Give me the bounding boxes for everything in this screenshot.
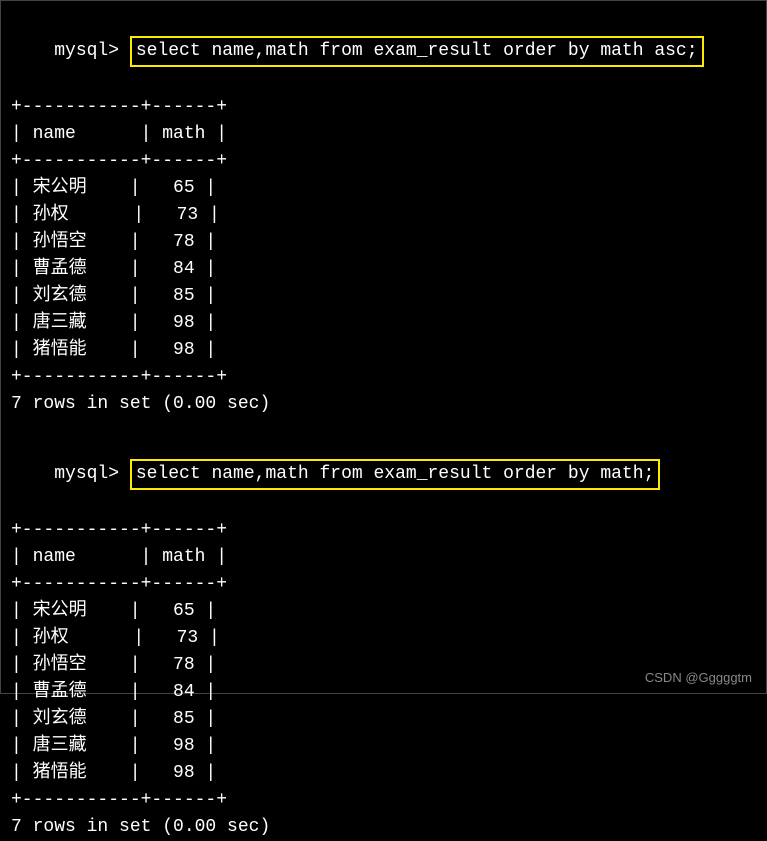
table-row: | 孙权 | 73 | xyxy=(11,202,756,229)
terminal-output-block-1: mysql> select name,math from exam_result… xyxy=(11,9,756,418)
table-border-bot: +-----------+------+ xyxy=(11,787,756,814)
sql-query-highlighted-1: select name,math from exam_result order … xyxy=(130,36,704,67)
table-row: | 唐三藏 | 98 | xyxy=(11,733,756,760)
table-border-mid: +-----------+------+ xyxy=(11,571,756,598)
table-row: | 宋公明 | 65 | xyxy=(11,175,756,202)
table-border-bot: +-----------+------+ xyxy=(11,364,756,391)
table-header: | name | math | xyxy=(11,121,756,148)
table-row: | 孙权 | 73 | xyxy=(11,625,756,652)
watermark: CSDN @Gggggtm xyxy=(645,668,752,688)
table-border-mid: +-----------+------+ xyxy=(11,148,756,175)
sql-query-highlighted-2: select name,math from exam_result order … xyxy=(130,459,660,490)
mysql-prompt-line-1: mysql> select name,math from exam_result… xyxy=(11,9,756,94)
table-row: | 刘玄德 | 85 | xyxy=(11,283,756,310)
mysql-prompt: mysql> xyxy=(54,464,130,484)
mysql-prompt-line-2: mysql> select name,math from exam_result… xyxy=(11,432,756,517)
table-border-top: +-----------+------+ xyxy=(11,517,756,544)
table-row: | 宋公明 | 65 | xyxy=(11,598,756,625)
table-row: | 曹孟德 | 84 | xyxy=(11,256,756,283)
status-line: 7 rows in set (0.00 sec) xyxy=(11,814,756,841)
table-header: | name | math | xyxy=(11,544,756,571)
table-row: | 刘玄德 | 85 | xyxy=(11,706,756,733)
table-row: | 猪悟能 | 98 | xyxy=(11,760,756,787)
table-border-top: +-----------+------+ xyxy=(11,94,756,121)
status-line: 7 rows in set (0.00 sec) xyxy=(11,391,756,418)
table-row: | 孙悟空 | 78 | xyxy=(11,229,756,256)
table-row: | 猪悟能 | 98 | xyxy=(11,337,756,364)
table-row: | 唐三藏 | 98 | xyxy=(11,310,756,337)
mysql-prompt: mysql> xyxy=(54,41,130,61)
terminal-output-block-2: mysql> select name,math from exam_result… xyxy=(11,432,756,841)
